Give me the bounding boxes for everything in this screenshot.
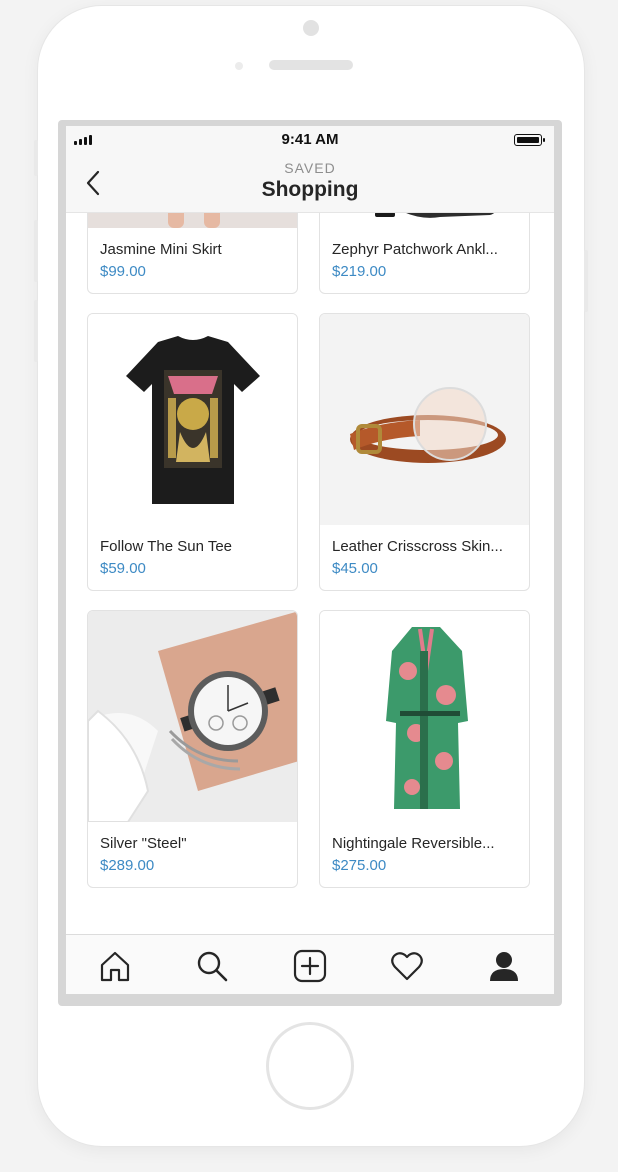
product-card[interactable]: Silver "Steel" $289.00: [87, 610, 298, 888]
product-image-skirt: [88, 212, 297, 228]
product-card[interactable]: Leather Crisscross Skin... $45.00: [319, 313, 530, 591]
page-title: Shopping: [261, 178, 359, 201]
tab-add-post[interactable]: [293, 949, 327, 983]
product-price: $45.00: [332, 560, 378, 577]
battery-icon: [514, 134, 545, 146]
app-screen: 9:41 AM SAVED Shopping Jasmine Mini Skir…: [66, 126, 554, 994]
product-image-wrist-watch: [88, 611, 297, 822]
product-name: Follow The Sun Tee: [100, 538, 233, 555]
product-name: Silver "Steel": [100, 835, 187, 852]
status-bar: 9:41 AM: [66, 126, 554, 154]
tab-search[interactable]: [195, 949, 229, 983]
product-name: Leather Crisscross Skin...: [332, 538, 503, 555]
tab-profile[interactable]: [487, 949, 521, 983]
product-card[interactable]: Jasmine Mini Skirt $99.00: [87, 212, 298, 294]
power-button: [584, 250, 588, 312]
product-card[interactable]: Nightingale Reversible... $275.00: [319, 610, 530, 888]
status-time: 9:41 AM: [281, 131, 339, 148]
profile-icon: [490, 952, 518, 981]
nav-header: SAVED Shopping: [66, 154, 554, 213]
proximity-sensor: [235, 62, 243, 70]
front-camera: [303, 20, 319, 36]
product-price: $219.00: [332, 263, 387, 280]
product-price: $275.00: [332, 857, 387, 874]
home-icon: [100, 951, 130, 982]
tab-activity[interactable]: [390, 949, 424, 983]
product-price: $59.00: [100, 560, 146, 577]
tab-bar: [66, 934, 554, 994]
product-image-ankle-boot: [320, 212, 529, 228]
product-grid-scroll[interactable]: Jasmine Mini Skirt $99.00 Zephyr Patchwo…: [66, 212, 554, 934]
product-name: Nightingale Reversible...: [332, 835, 495, 852]
product-card[interactable]: Follow The Sun Tee $59.00: [87, 313, 298, 591]
product-name: Zephyr Patchwork Ankl...: [332, 241, 498, 258]
product-name: Jasmine Mini Skirt: [100, 241, 222, 258]
heart-icon: [391, 952, 423, 981]
search-icon: [197, 951, 228, 982]
product-card[interactable]: Zephyr Patchwork Ankl... $219.00: [319, 212, 530, 294]
add-post-icon: [293, 949, 327, 983]
page-subtitle: SAVED: [284, 160, 336, 176]
product-image-brown-leather-belt: [320, 314, 529, 525]
product-image-green-floral-robe: [320, 611, 529, 822]
mute-switch: [34, 140, 38, 176]
home-button[interactable]: [266, 1022, 354, 1110]
product-image-black-graphic-tee: [88, 314, 297, 525]
volume-down-button: [34, 300, 38, 362]
volume-up-button: [34, 220, 38, 282]
earpiece-speaker: [269, 60, 353, 70]
product-price: $289.00: [100, 857, 155, 874]
product-price: $99.00: [100, 263, 146, 280]
tab-home[interactable]: [98, 949, 132, 983]
